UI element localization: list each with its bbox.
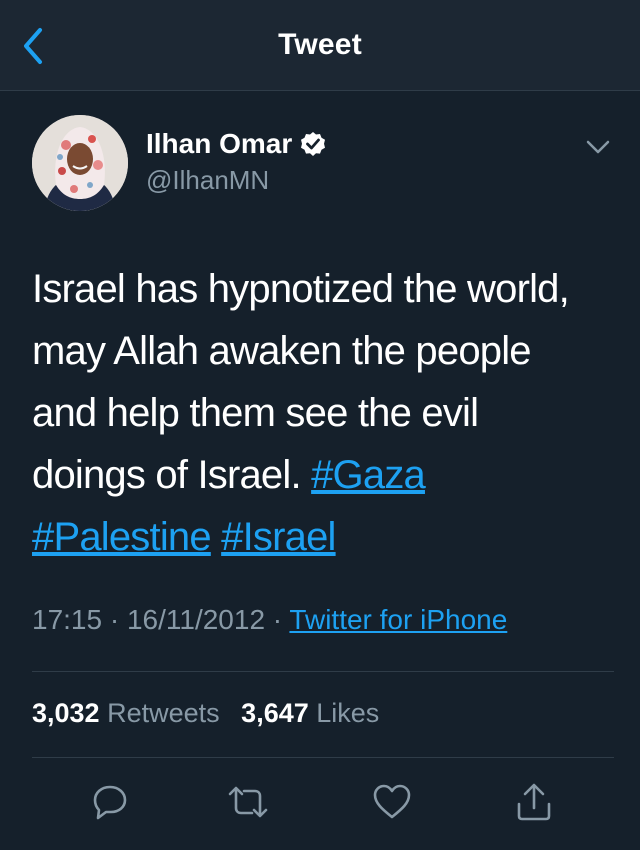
tweet-time: 17:15 [32,604,103,635]
navigation-bar: Tweet [0,0,640,91]
author-handle[interactable]: @IlhanMN [146,165,269,196]
retweets-stat[interactable]: 3,032 Retweets [32,698,220,728]
tweet-text-line: and help them see the evil [32,382,612,444]
retweets-count: 3,032 [32,698,100,728]
divider [32,671,614,672]
tweet-source-link[interactable]: Twitter for iPhone [289,604,507,635]
hashtag-link[interactable]: #Gaza [311,453,426,497]
share-icon [517,783,551,821]
tweet-text-line: doings of Israel. #Gaza [32,444,612,506]
chevron-down-icon [586,140,610,154]
profile-photo [32,115,128,211]
author-name-row[interactable]: Ilhan Omar [146,127,326,161]
page-title: Tweet [278,28,362,61]
action-bar [0,780,640,830]
tweet-meta: 17:15 · 16/11/2012 · Twitter for iPhone [32,604,507,636]
tweet-text-line: Israel has hypnotized the world, [32,258,612,320]
meta-separator: · [102,604,127,635]
likes-stat[interactable]: 3,647 Likes [241,698,379,728]
tweet-stats: 3,032 Retweets 3,647 Likes [32,698,393,729]
reply-icon [93,785,127,820]
meta-separator: · [265,604,290,635]
likes-count: 3,647 [241,698,309,728]
more-options-button[interactable] [584,136,612,158]
tweet-text-line: may Allah awaken the people [32,320,612,382]
like-button[interactable] [370,780,414,824]
tweet-date: 16/11/2012 [126,604,266,635]
author-display-name: Ilhan Omar [146,128,293,159]
retweet-button[interactable] [226,780,270,824]
reply-button[interactable] [88,780,132,824]
tweet-text-segment: doings of Israel. [32,453,312,497]
likes-label: Likes [316,698,380,728]
share-button[interactable] [512,780,556,824]
tweet-text-segment: Israel has hypnotized the world, [32,267,570,311]
tweet-text-segment [211,515,221,559]
tweet-text-segment: and help them see the evil [32,391,479,435]
tweet-text: Israel has hypnotized the world, may Alla… [32,258,612,568]
retweet-icon [228,786,268,818]
tweet-text-segment: may Allah awaken the people [32,329,532,373]
tweet-text-line: #Palestine #Israel [32,506,612,568]
avatar[interactable] [32,115,128,211]
verified-badge-icon [300,131,326,157]
divider [32,757,614,758]
like-icon [373,784,411,819]
retweets-label: Retweets [107,698,220,728]
hashtag-link[interactable]: #Palestine [32,515,212,559]
hashtag-link[interactable]: #Israel [221,515,336,559]
